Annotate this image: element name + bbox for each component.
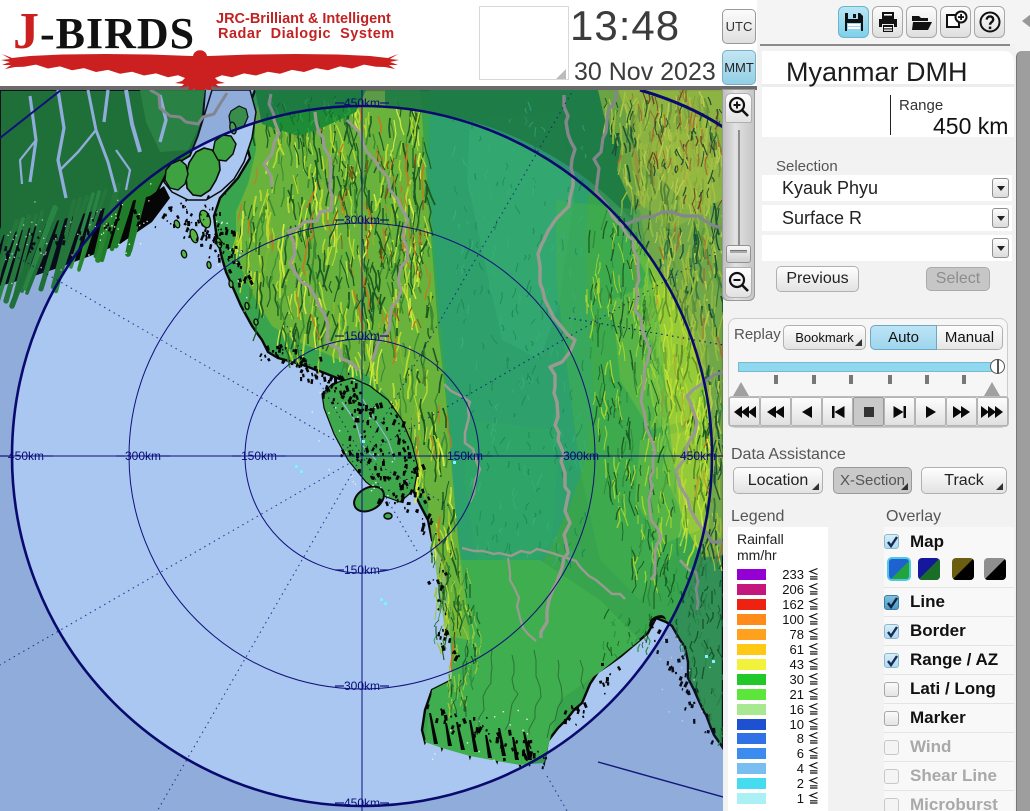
- svg-text:450km: 450km: [8, 449, 44, 463]
- svg-text:300km: 300km: [563, 449, 599, 463]
- svg-text:300km: 300km: [344, 679, 380, 693]
- svg-text:150km: 150km: [344, 329, 380, 343]
- svg-text:450km: 450km: [344, 796, 380, 810]
- svg-text:150km: 150km: [447, 449, 483, 463]
- svg-text:300km: 300km: [344, 213, 380, 227]
- svg-text:450km: 450km: [680, 449, 716, 463]
- svg-text:150km: 150km: [241, 449, 277, 463]
- svg-text:150km: 150km: [344, 563, 380, 577]
- svg-text:450km: 450km: [344, 96, 380, 110]
- svg-text:300km: 300km: [125, 449, 161, 463]
